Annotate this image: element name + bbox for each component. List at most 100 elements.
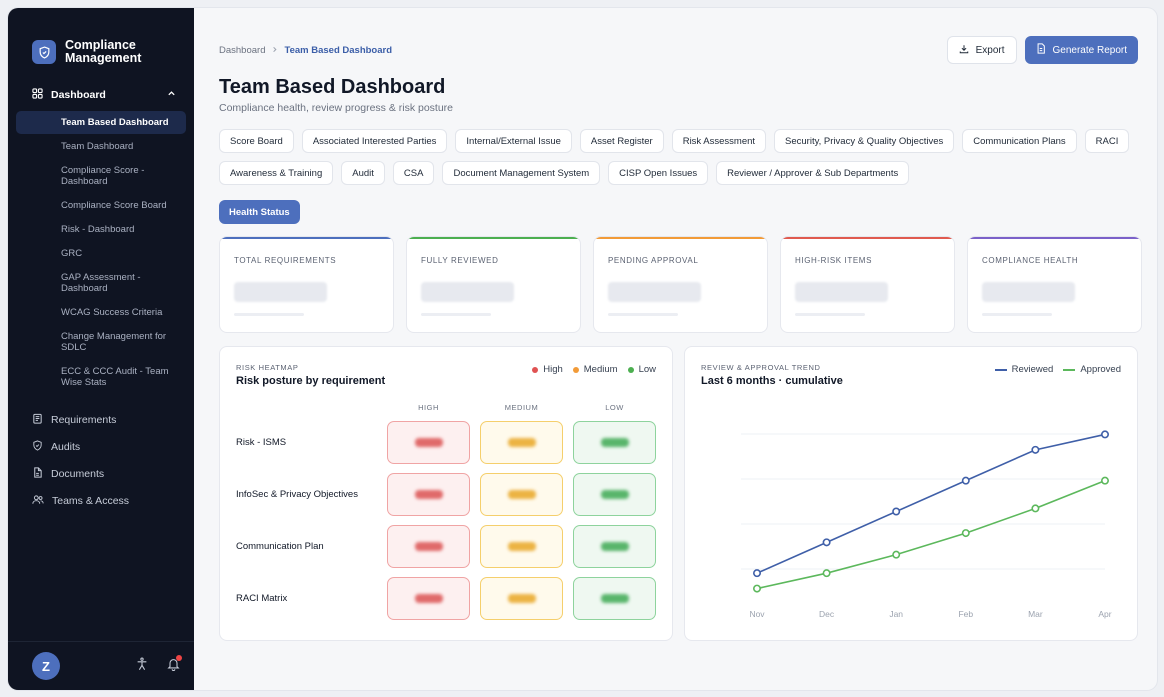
review-trend-card: REVIEW & APPROVAL TREND Last 6 months · …: [684, 346, 1138, 641]
tab-item[interactable]: RACI: [1084, 129, 1130, 153]
tab-item[interactable]: Communication Plans: [962, 129, 1077, 153]
page-subtitle: Compliance health, review progress & ris…: [219, 102, 454, 114]
tab-item[interactable]: Internal/External Issue: [455, 129, 572, 153]
sidebar-subitem[interactable]: GRC: [16, 242, 186, 265]
sidebar-item-requirements[interactable]: Requirements: [8, 406, 194, 433]
heatmap-cell[interactable]: [480, 525, 563, 568]
heatmap-cell-value-placeholder: [600, 490, 629, 499]
heatmap-cell[interactable]: [573, 577, 656, 620]
heatmap-cell[interactable]: [387, 473, 470, 516]
heatmap-title: Risk posture by requirement: [236, 375, 386, 387]
sidebar-item-documents[interactable]: Documents: [8, 460, 194, 487]
sidebar-item-teams-access[interactable]: Teams & Access: [8, 487, 194, 514]
legend-label: Approved: [1080, 364, 1121, 375]
sidebar-item-label: Documents: [51, 467, 105, 480]
legend-label: Low: [638, 364, 656, 375]
legend-dot: [627, 366, 634, 373]
sidebar-subitems: Team Based Dashboard Team Dashboard Compli…: [8, 111, 194, 394]
sidebar-main-items: Requirements Audits Documents Teams & Ac…: [8, 406, 194, 514]
heatmap-cell-value-placeholder: [507, 438, 536, 447]
stat-card-label: HIGH-RISK ITEMS: [795, 256, 873, 265]
breadcrumb: Dashboard Team Based Dashboard: [219, 45, 392, 56]
export-button-label: Export: [975, 44, 1005, 56]
export-button[interactable]: Export: [946, 36, 1017, 64]
legend-item: Low: [627, 364, 656, 375]
legend-item: Reviewed: [994, 364, 1053, 375]
stat-card-label: PENDING APPROVAL: [608, 256, 699, 265]
data-point-approved: [1031, 504, 1040, 513]
tab-item[interactable]: Document Management System: [442, 161, 601, 185]
sidebar-item-label: Audits: [51, 440, 81, 453]
sidebar-subitem[interactable]: GAP Assessment - Dashboard: [16, 266, 186, 300]
heatmap-cell-value-placeholder: [414, 594, 443, 603]
heatmap-column-header: MEDIUM: [504, 403, 539, 412]
tab-item[interactable]: Score Board: [219, 129, 294, 153]
sidebar-subitem[interactable]: ECC & CCC Audit - Team Wise Stats: [16, 360, 186, 394]
sidebar-subitem[interactable]: Compliance Score Board: [16, 194, 186, 217]
heatmap-column-header: LOW: [605, 403, 624, 412]
tab-item[interactable]: Associated Interested Parties: [301, 129, 448, 153]
sidebar-subitem[interactable]: Risk - Dashboard: [16, 218, 186, 241]
heatmap-cell[interactable]: [573, 525, 656, 568]
tab-item[interactable]: Reviewer / Approver & Sub Departments: [716, 161, 910, 185]
x-tick-label: Apr: [1098, 609, 1111, 619]
brand: Compliance Management: [8, 8, 194, 70]
heatmap-cell[interactable]: [480, 421, 563, 464]
heatmap-cell[interactable]: [480, 577, 563, 620]
heatmap-cell[interactable]: [480, 473, 563, 516]
heatmap-cell-value-placeholder: [600, 542, 629, 551]
accessibility-icon[interactable]: [135, 657, 149, 676]
trend-title: Last 6 months · cumulative: [701, 375, 843, 387]
tab-item[interactable]: CSA: [392, 161, 435, 185]
tab-item[interactable]: CISP Open Issues: [608, 161, 709, 185]
stat-card: FULLY REVIEWED: [406, 236, 581, 333]
x-tick-label: Jan: [889, 609, 903, 619]
data-point-approved: [961, 529, 970, 538]
sidebar-subitem[interactable]: Change Management for SDLC: [16, 325, 186, 359]
stat-caption-placeholder: [234, 313, 304, 316]
sidebar-group-label: Dashboard: [51, 89, 106, 101]
generate-report-button[interactable]: Generate Report: [1024, 36, 1138, 64]
heatmap-cell[interactable]: [573, 421, 656, 464]
users-icon: [32, 494, 44, 508]
heatmap-cell[interactable]: [387, 577, 470, 620]
document-icon: [32, 466, 43, 481]
stat-card-label: COMPLIANCE HEALTH: [982, 256, 1079, 265]
generate-report-label: Generate Report: [1052, 44, 1128, 56]
sidebar-item-label: Requirements: [51, 413, 117, 426]
heatmap-row-label: Communication Plan: [236, 541, 324, 552]
series-line-reviewed: [756, 433, 1106, 574]
tab-item[interactable]: Asset Register: [579, 129, 664, 153]
data-point-reviewed: [1031, 445, 1040, 454]
sidebar-item-audits[interactable]: Audits: [8, 433, 194, 460]
stat-card-label: TOTAL REQUIREMENTS: [234, 256, 337, 265]
breadcrumb-current: Team Based Dashboard: [284, 44, 393, 56]
tab-item[interactable]: Risk Assessment: [671, 129, 767, 153]
main-content: Dashboard Team Based Dashboard Export Ge…: [194, 8, 1157, 690]
breadcrumb-root[interactable]: Dashboard: [219, 45, 265, 56]
app-window: Compliance Management Dashboard Team Bas…: [8, 8, 1157, 690]
heatmap-cell[interactable]: [387, 421, 470, 464]
notification-bell-icon[interactable]: [167, 654, 182, 676]
tab-item[interactable]: Awareness & Training: [219, 161, 334, 185]
data-point-approved: [892, 550, 901, 559]
stat-value-placeholder: [608, 282, 701, 302]
tab-item[interactable]: Security, Privacy & Quality Objectives: [774, 129, 955, 153]
heatmap-cell[interactable]: [387, 525, 470, 568]
report-document-icon: [1036, 43, 1046, 57]
stat-card-accent: [594, 237, 767, 239]
sidebar-subitem[interactable]: Compliance Score - Dashboard: [16, 159, 186, 193]
heatmap-cell[interactable]: [573, 473, 656, 516]
app-name-line2: Management: [65, 51, 142, 65]
legend-dot: [532, 366, 539, 373]
avatar[interactable]: Z: [32, 652, 60, 680]
x-tick-label: Feb: [958, 609, 973, 619]
data-point-reviewed: [822, 538, 831, 547]
tab-item[interactable]: Audit: [341, 161, 385, 185]
legend-line-swatch: [994, 368, 1007, 371]
sidebar-subitem[interactable]: Team Dashboard: [16, 135, 186, 158]
sidebar-subitem[interactable]: WCAG Success Criteria: [16, 301, 186, 324]
tab-health-status[interactable]: Health Status: [219, 200, 300, 224]
sidebar-subitem[interactable]: Team Based Dashboard: [16, 111, 186, 134]
sidebar-group-dashboard[interactable]: Dashboard: [8, 84, 194, 106]
